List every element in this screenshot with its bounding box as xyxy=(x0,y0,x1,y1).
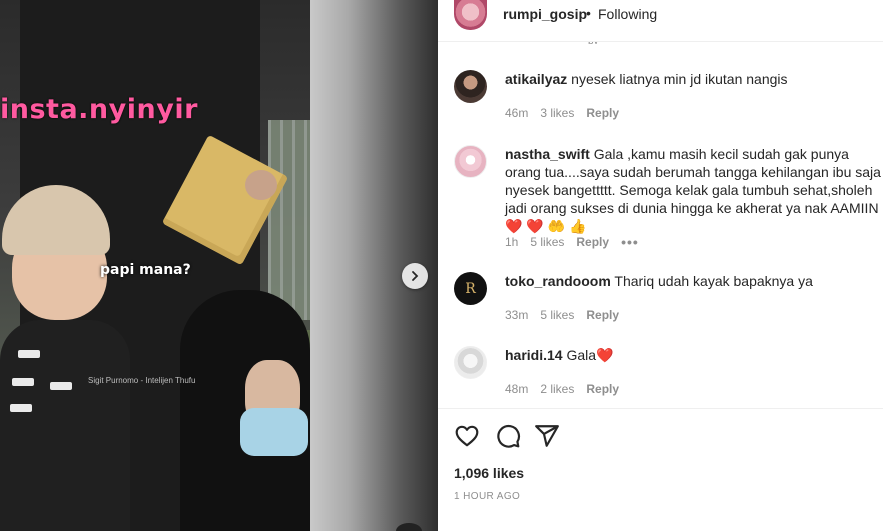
comment-time: 1h xyxy=(505,235,519,249)
post-header: rumpi_gosip • Following xyxy=(438,0,883,42)
commenter-username[interactable]: haridi.14 xyxy=(505,347,563,363)
commenter-username[interactable]: toko_randooom xyxy=(505,273,611,289)
heart-icon[interactable] xyxy=(454,423,480,449)
comment-time: 48m xyxy=(505,382,529,396)
chevron-right-icon xyxy=(412,271,419,281)
reply-button[interactable]: Reply xyxy=(586,106,619,120)
commenter-avatar[interactable] xyxy=(454,70,487,103)
commenter-avatar[interactable] xyxy=(454,145,487,178)
post-side-panel: rumpi_gosip • Following py atikailyaz ny… xyxy=(438,0,883,531)
comment-likes[interactable]: 3 likes xyxy=(540,106,574,120)
reply-button[interactable]: Reply xyxy=(586,382,619,396)
comment-body: Gala xyxy=(566,347,597,363)
author-avatar[interactable] xyxy=(454,0,487,30)
post-timestamp[interactable]: 1 HOUR AGO xyxy=(454,491,520,502)
comment-emoji: ❤️ xyxy=(596,347,614,363)
post-actions: 1,096 likes 1 HOUR AGO xyxy=(438,408,883,531)
comment-icon[interactable] xyxy=(495,423,521,449)
header-separator: • xyxy=(586,5,591,21)
comment-text: haridi.14 Gala❤️ xyxy=(505,346,883,364)
author-username[interactable]: rumpi_gosip xyxy=(503,6,587,22)
comment-meta: 33m 5 likes Reply xyxy=(505,308,619,322)
next-media-button[interactable] xyxy=(402,263,428,289)
comment-likes[interactable]: 5 likes xyxy=(530,235,564,249)
comment-body: nyesek liatnya min jd ikutan nangis xyxy=(571,71,788,87)
more-options-button[interactable]: ••• xyxy=(621,234,639,250)
commenter-username[interactable]: atikailyaz xyxy=(505,71,567,87)
comment-time: 33m xyxy=(505,308,529,322)
comment-text: toko_randooom Thariq udah kayak bapaknya… xyxy=(505,272,883,290)
commenter-username[interactable]: nastha_swift xyxy=(505,146,590,162)
comment-text: nastha_swift Gala ,kamu masih kecil suda… xyxy=(505,145,883,235)
post-media[interactable]: insta.nyinyir papi mana? Sigit Purnomo -… xyxy=(0,0,438,531)
comment-time: 46m xyxy=(505,106,529,120)
like-count[interactable]: 1,096 likes xyxy=(454,465,524,481)
share-icon[interactable] xyxy=(534,423,560,449)
comment-text: atikailyaz nyesek liatnya min jd ikutan … xyxy=(505,70,883,88)
media-child-body xyxy=(0,320,130,531)
media-fence xyxy=(268,120,310,320)
comment-meta: 1h 5 likes Reply ••• xyxy=(505,234,639,250)
commenter-avatar[interactable] xyxy=(454,346,487,379)
comment-body: Thariq udah kayak bapaknya ya xyxy=(614,273,813,289)
media-face-mask xyxy=(240,408,308,456)
reply-button[interactable]: Reply xyxy=(576,235,609,249)
video-credit: Sigit Purnomo - Intelijen Thufu xyxy=(88,376,196,385)
commenter-avatar[interactable]: R xyxy=(454,272,487,305)
comment-meta: 48m 2 likes Reply xyxy=(505,382,619,396)
comment-likes[interactable]: 5 likes xyxy=(540,308,574,322)
watermark-text: insta.nyinyir xyxy=(0,94,198,125)
media-hand xyxy=(245,170,277,200)
video-caption: papi mana? xyxy=(100,262,191,278)
following-button[interactable]: Following xyxy=(598,6,657,22)
comment-likes[interactable]: 2 likes xyxy=(540,382,574,396)
comment-emoji: ❤️ ❤️ 🤲 👍 xyxy=(505,218,587,234)
reply-button[interactable]: Reply xyxy=(586,308,619,322)
comment-meta: 46m 3 likes Reply xyxy=(505,106,619,120)
